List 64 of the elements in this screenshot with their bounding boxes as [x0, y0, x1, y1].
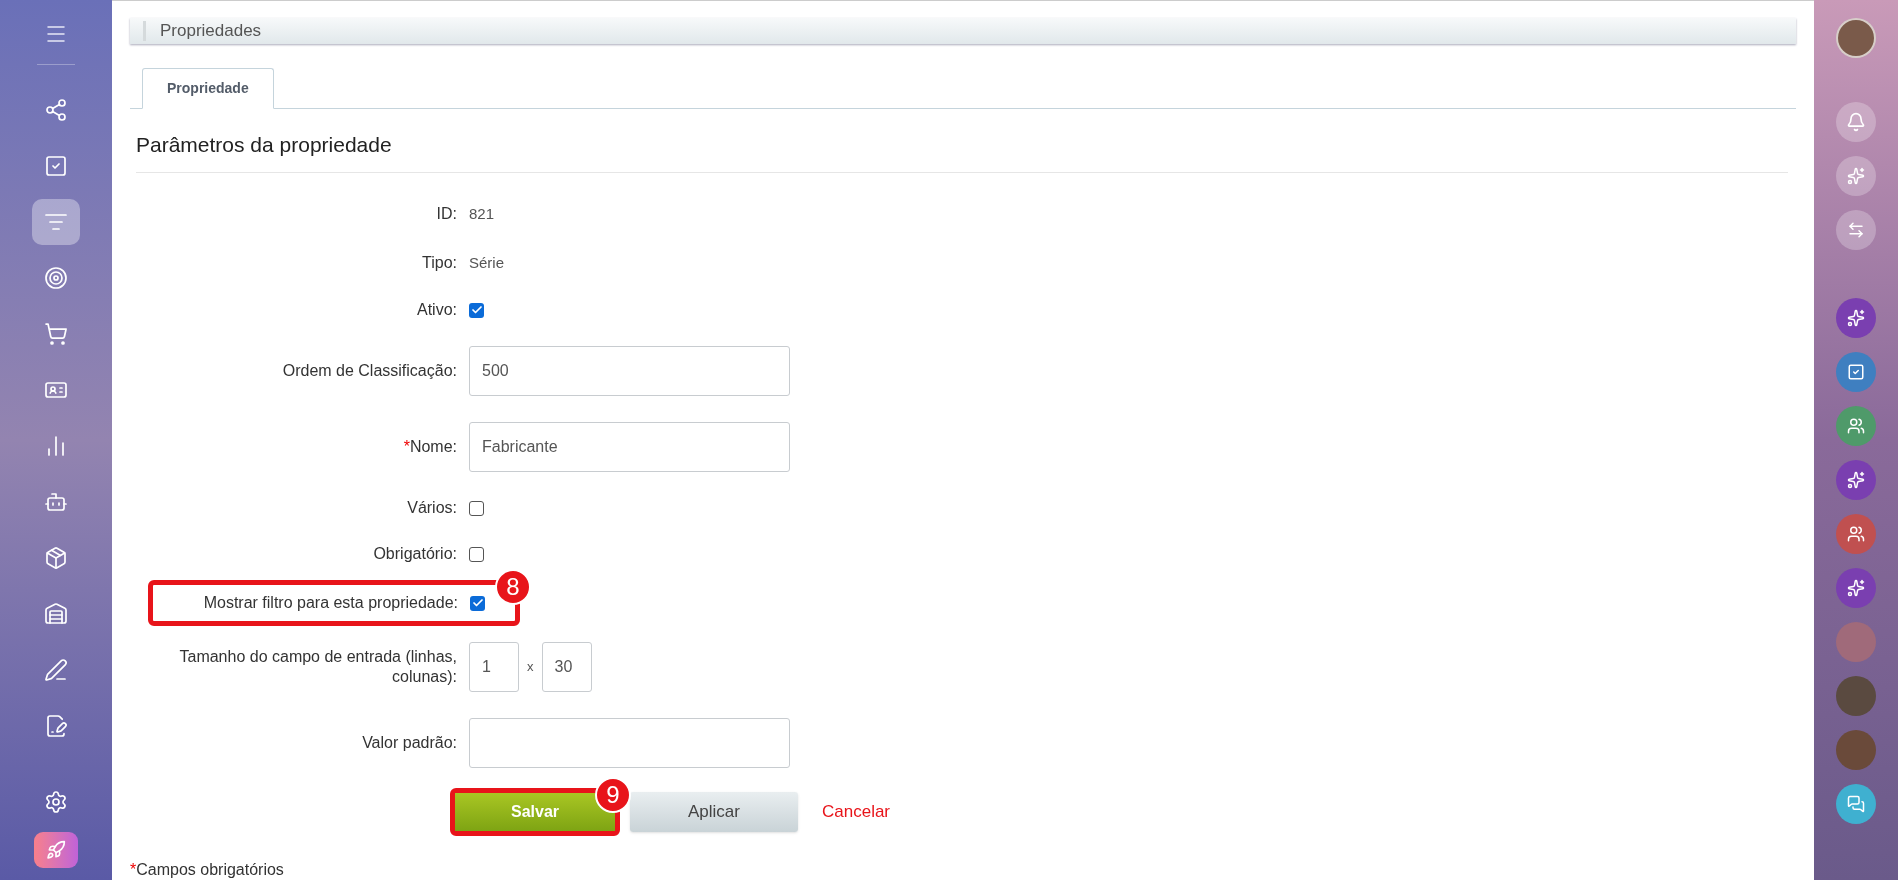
field-label: *Nome:	[403, 437, 457, 457]
app-button[interactable]	[1836, 568, 1876, 608]
app-button[interactable]	[1836, 460, 1876, 500]
people-icon	[1847, 417, 1865, 435]
sparkle-button[interactable]	[1836, 156, 1876, 196]
box-icon	[44, 546, 68, 570]
field-label: Ativo:	[417, 300, 457, 320]
bell-icon	[1846, 112, 1866, 132]
target-icon	[44, 266, 68, 290]
settings-icon[interactable]	[44, 790, 68, 814]
nav-item[interactable]	[32, 199, 80, 245]
checkbox-icon	[1847, 363, 1865, 381]
sparkle-icon	[1847, 309, 1865, 327]
app-button[interactable]	[1836, 298, 1876, 338]
cart-icon	[44, 322, 68, 346]
nodes-icon	[44, 98, 68, 122]
notification-button[interactable]	[1836, 102, 1876, 142]
checkbox-icon	[44, 154, 68, 178]
field-label: Tamanho do campo de entrada (linhas, colunas):	[178, 647, 457, 687]
people-icon	[1847, 525, 1865, 543]
chat-icon	[1847, 795, 1865, 813]
group-button[interactable]	[1836, 406, 1876, 446]
tab[interactable]: Propriedade	[142, 67, 274, 109]
pen-icon	[44, 658, 68, 682]
callout-badge: 9	[595, 777, 631, 813]
document-pen-icon	[44, 714, 68, 738]
robot-icon	[44, 490, 68, 514]
field-value: Série	[469, 252, 505, 273]
sparkle-icon	[1847, 579, 1865, 597]
field-label: ID:	[436, 204, 457, 225]
size-separator: x	[527, 658, 534, 677]
input-field[interactable]: Fabricante	[469, 422, 790, 472]
field-label: Mostrar filtro para esta propriedade:	[203, 593, 458, 613]
callout-badge: 8	[495, 569, 531, 605]
field-label: Tipo:	[422, 252, 457, 273]
required-footnote: *Campos obrigatórios	[130, 860, 285, 880]
sparkle-icon	[1847, 167, 1865, 185]
input-field[interactable]: 1	[469, 642, 519, 692]
chat-button[interactable]	[1836, 784, 1876, 824]
checkbox[interactable]	[469, 302, 484, 318]
checkbox[interactable]	[470, 595, 485, 611]
exchange-button[interactable]	[1836, 210, 1876, 250]
sparkle-icon	[1847, 471, 1865, 489]
apply-button[interactable]: Aplicar	[630, 792, 798, 832]
rocket-button[interactable]	[34, 832, 78, 868]
input-field[interactable]: 30	[541, 642, 592, 692]
checkbox[interactable]	[469, 546, 484, 562]
warehouse-icon	[44, 602, 68, 626]
arrows-icon	[1847, 221, 1865, 239]
cancel-link[interactable]: Cancelar	[822, 799, 891, 825]
header-title: Propriedades	[160, 20, 262, 42]
checkbox[interactable]	[469, 500, 484, 516]
field-label: Vários:	[407, 498, 457, 518]
input-field[interactable]	[469, 718, 790, 768]
field-value: 821	[469, 204, 495, 224]
field-label: Ordem de Classificação:	[282, 361, 457, 381]
group-button[interactable]	[1836, 514, 1876, 554]
rocket-icon	[46, 840, 66, 860]
section-title: Parâmetros da propriedade	[136, 128, 1788, 173]
field-label: Valor padrão:	[362, 733, 457, 753]
app-button[interactable]	[1836, 352, 1876, 392]
avatar[interactable]	[1836, 18, 1876, 58]
field-label: Obrigatório:	[373, 544, 457, 564]
input-field[interactable]: 500	[469, 346, 790, 396]
